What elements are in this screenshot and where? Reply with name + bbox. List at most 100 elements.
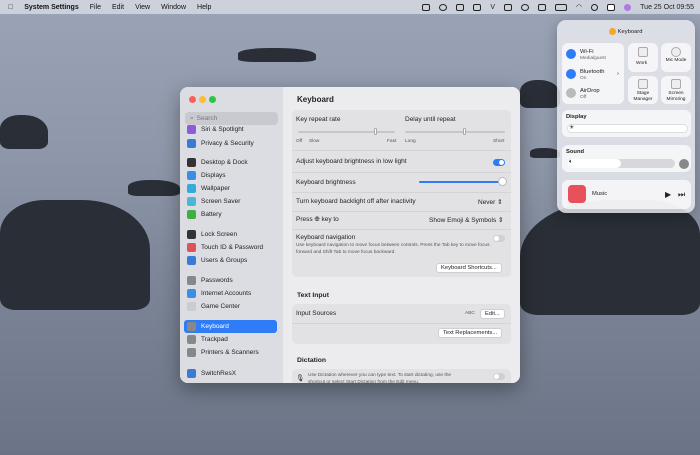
bluetooth-label[interactable]: Bluetooth [580, 69, 605, 75]
play-icon[interactable]: ▶ [665, 190, 671, 199]
status-icon[interactable] [456, 3, 465, 11]
rock [0, 200, 150, 310]
sidebar-item-keyboard[interactable]: Keyboard [184, 320, 277, 333]
status-icon[interactable] [538, 3, 547, 11]
menu-edit[interactable]: Edit [112, 4, 124, 11]
delay-repeat-slider[interactable] [405, 131, 505, 133]
siri-icon[interactable] [624, 3, 632, 11]
sidebar-item-touch-id-password[interactable]: Touch ID & Password [184, 241, 277, 254]
zoom-button[interactable] [209, 96, 216, 103]
sidebar-item-screen-saver[interactable]: Screen Saver [184, 195, 277, 208]
airplay-audio-icon[interactable] [679, 159, 689, 169]
focus-work-tile[interactable]: Work [628, 43, 658, 72]
screen-mirroring-label: Screen Mirroring [666, 91, 686, 102]
sidebar-item-icon [187, 125, 196, 134]
mic-mode-tile[interactable]: Mic Mode [661, 43, 691, 72]
sidebar-item-label: Users & Groups [201, 257, 248, 264]
sidebar-item-siri-spotlight[interactable]: Siri & Spotlight [184, 123, 277, 136]
menu-window[interactable]: Window [161, 4, 186, 11]
keyboard-nav-toggle[interactable] [493, 235, 505, 242]
sidebar-item-wallpaper[interactable]: Wallpaper [184, 182, 277, 195]
sidebar-item-displays[interactable]: Displays [184, 169, 277, 182]
sound-slider-fill [567, 159, 621, 168]
control-center-title: Keyboard [617, 29, 643, 36]
adjust-brightness-toggle[interactable] [493, 159, 505, 166]
sidebar-item-icon [187, 197, 196, 206]
speaker-icon: 🔈︎ [569, 159, 573, 165]
sidebar-item-icon [187, 158, 196, 167]
status-v-icon[interactable]: V [490, 4, 495, 11]
keyboard-shortcuts-button[interactable]: Keyboard Shortcuts... [436, 263, 502, 273]
apple-menu-icon[interactable]:  [8, 4, 13, 11]
sidebar-item-printers-scanners[interactable]: Printers & Scanners [184, 346, 277, 359]
screen-mirroring-icon [671, 79, 681, 89]
bluetooth-icon[interactable] [566, 69, 576, 79]
status-icon[interactable] [422, 3, 431, 11]
press-key-pre: Press [296, 216, 313, 223]
text-replacements-button[interactable]: Text Replacements... [438, 328, 503, 338]
chevron-right-icon[interactable]: › [617, 71, 619, 77]
divider [292, 172, 511, 173]
keyboard-icon [609, 28, 616, 35]
now-playing-tile: Music ▶ ⏭ [562, 180, 691, 209]
menu-app-name[interactable]: System Settings [24, 4, 78, 11]
wifi-icon[interactable] [566, 49, 576, 59]
globe-icon: 🌐︎ [314, 216, 320, 223]
wifi-label[interactable]: Wi-Fi [580, 49, 594, 55]
stage-manager-tile[interactable]: Stage Manager [628, 76, 658, 104]
status-icon[interactable] [521, 3, 530, 11]
sidebar-item-game-center[interactable]: Game Center [184, 300, 277, 313]
sidebar-item-battery[interactable]: Battery [184, 208, 277, 221]
sidebar-item-switchresx[interactable]: SwitchResX [184, 367, 277, 380]
sidebar-item-trackpad[interactable]: Trackpad [184, 333, 277, 346]
input-sources-edit-button[interactable]: Edit... [480, 309, 505, 319]
sidebar-item-label: Keyboard [201, 323, 229, 330]
battery-icon[interactable] [555, 3, 568, 11]
menu-view[interactable]: View [135, 4, 150, 11]
menu-help[interactable]: Help [197, 4, 211, 11]
main-pane: Keyboard Key repeat rate Delay until rep… [283, 87, 520, 383]
clock[interactable]: Tue 25 Oct 09:55 [640, 4, 694, 11]
sidebar-item-users-groups[interactable]: Users & Groups [184, 254, 277, 267]
sidebar-item-passwords[interactable]: Passwords [184, 274, 277, 287]
display-slider[interactable] [567, 124, 688, 133]
close-button[interactable] [189, 96, 196, 103]
control-center-icon[interactable] [607, 3, 616, 11]
keyboard-brightness-knob[interactable] [498, 177, 507, 186]
status-icon[interactable] [439, 3, 448, 11]
airdrop-status: Off [580, 95, 587, 100]
keyboard-nav-description: Use keyboard navigation to move focus be… [296, 243, 490, 255]
rock [520, 80, 560, 108]
menu-file[interactable]: File [90, 4, 101, 11]
airdrop-icon[interactable] [566, 88, 576, 98]
sidebar-item-privacy-security[interactable]: Privacy & Security [184, 137, 277, 150]
next-track-icon[interactable]: ⏭ [678, 190, 685, 200]
backlight-off-select[interactable]: Never ⇕ [478, 198, 503, 206]
status-icon[interactable] [473, 3, 482, 11]
search-icon: ⌕ [190, 114, 194, 122]
sidebar-item-label: Passwords [201, 277, 233, 284]
settings-window: ⌕ Search Siri & Spotlight Privacy & Securi… [180, 87, 520, 383]
sidebar-item-desktop-dock[interactable]: Desktop & Dock [184, 156, 277, 169]
adjust-brightness-label: Adjust keyboard brightness in low light [296, 158, 407, 165]
delay-repeat-knob[interactable] [463, 128, 466, 135]
airdrop-label[interactable]: AirDrop [580, 88, 600, 94]
sidebar-item-internet-accounts[interactable]: Internet Accounts [184, 287, 277, 300]
key-repeat-slider[interactable] [298, 131, 395, 133]
wifi-icon[interactable]: ◠ [576, 3, 582, 11]
sidebar-item-icon [187, 256, 196, 265]
sidebar-item-icon [187, 302, 196, 311]
search-icon[interactable] [591, 3, 599, 11]
keyboard-brightness-slider[interactable] [419, 181, 504, 183]
music-app-icon [568, 185, 586, 203]
press-key-select[interactable]: Show Emoji & Symbols ⇕ [429, 216, 503, 224]
sound-slider[interactable] [567, 159, 675, 168]
minimize-button[interactable] [199, 96, 206, 103]
bluetooth-status: On [580, 76, 587, 81]
sidebar-item-lock-screen[interactable]: Lock Screen [184, 228, 277, 241]
status-icon[interactable] [504, 3, 513, 11]
key-repeat-knob[interactable] [373, 128, 377, 135]
screen-mirroring-tile[interactable]: Screen Mirroring [661, 76, 691, 104]
input-sources-value: ABC [465, 311, 475, 316]
dictation-toggle[interactable] [493, 373, 505, 380]
